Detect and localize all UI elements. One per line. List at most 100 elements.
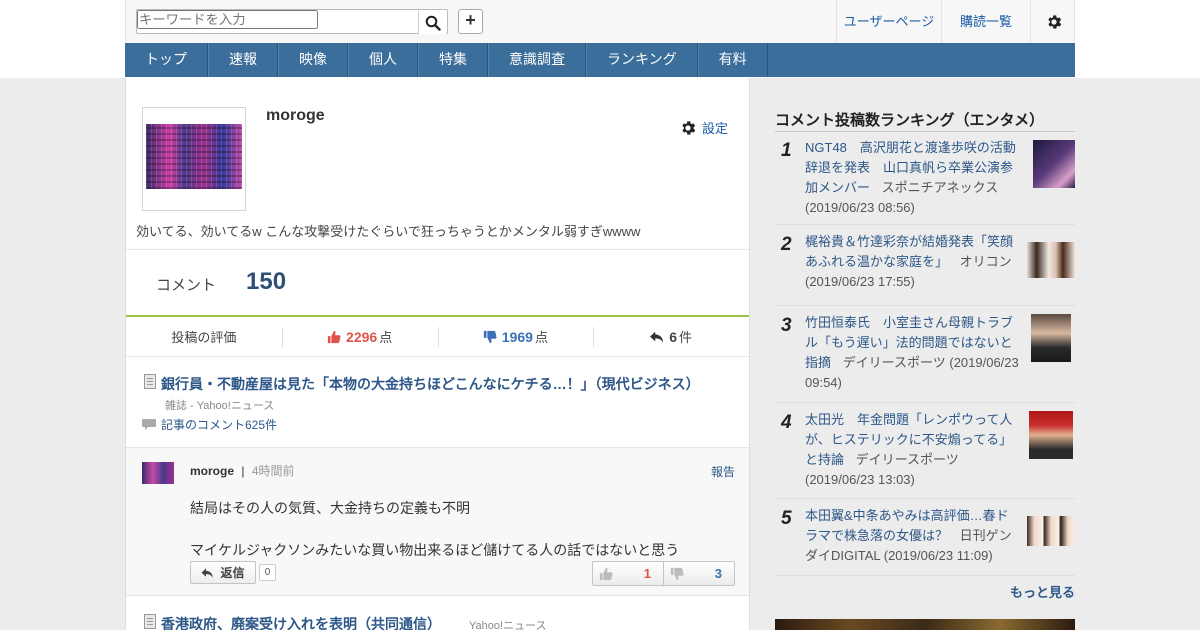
header: + ユーザーページ 購読一覧 [125, 0, 1075, 43]
rank-date: (2019/06/23 08:56) [805, 200, 915, 215]
ranking-item[interactable]: 4 太田光 年金問題「レンポウって人が、ヒステリックに不安煽ってる」と持論 デイ… [775, 404, 1075, 499]
dislike-button[interactable]: 3 [663, 562, 734, 585]
gear-icon [682, 120, 696, 135]
thumbs-up-icon [327, 330, 341, 343]
gear-icon [1047, 14, 1061, 29]
settings-link[interactable]: 設定 [679, 118, 728, 137]
document-icon [144, 614, 156, 629]
comment-text-line-2: マイケルジャクソンみたいな買い物出来るほど儲けてる人の話ではないと思う [190, 542, 680, 558]
rank-source: オリコン [959, 254, 1012, 269]
article-comments-label: 記事のコメント625件 [161, 418, 278, 432]
search-box [136, 9, 448, 34]
rank-thumbnail [1031, 314, 1071, 362]
dislikes-stat: 1969 点 [437, 317, 594, 356]
likes-stat: 2296 点 [281, 317, 438, 356]
ranking-item[interactable]: 2 梶裕貴＆竹達彩奈が結婚発表「笑顔あふれる温かな家庭を」 オリコン (2019… [775, 226, 1075, 306]
search-button[interactable] [418, 11, 446, 34]
thumbs-down-icon [670, 567, 684, 580]
like-button[interactable]: 1 [593, 562, 663, 585]
dislike-count: 3 [714, 566, 722, 581]
article-comments-link[interactable]: 記事のコメント625件 [142, 416, 277, 433]
reply-label: 返信 [220, 566, 245, 580]
replies-unit: 件 [679, 330, 693, 345]
thumbs-down-icon [483, 330, 497, 343]
likes-unit: 点 [379, 330, 393, 345]
rating-stats: 投稿の評価 2296 点 1969 点 6 件 [126, 317, 749, 357]
comment-text-line-1: 結局はその人の気質、大金持ちの定義も不明 [190, 500, 470, 516]
article-title-link[interactable]: 銀行員・不動産屋は見た「本物の大金持ちほどこんなにケチる…！」（現代ビジネス） [161, 374, 700, 394]
reply-icon [650, 331, 664, 343]
profile-username: moroge [266, 107, 325, 124]
nav-item-feature[interactable]: 特集 [418, 43, 488, 77]
reply-count-badge: 0 [259, 564, 276, 581]
rank-text: NGT48 高沢朋花と渡逢歩咲の活動辞退を発表 山口真帆ら卒業公演参加メンバー … [805, 138, 1020, 218]
subscriptions-link[interactable]: 購読一覧 [941, 0, 1030, 43]
rank-text: 梶裕貴＆竹達彩奈が結婚発表「笑顔あふれる温かな家庭を」 オリコン (2019/0… [805, 232, 1020, 292]
settings-gear-button[interactable] [1030, 0, 1076, 43]
rank-source: デイリースポーツ [842, 355, 946, 370]
comment-item: moroge | 4時間前 報告 結局はその人の気質、大金持ちの定義も不明 マイ… [126, 448, 749, 596]
divider [126, 249, 749, 250]
rank-thumbnail [1029, 411, 1073, 459]
search-input[interactable] [137, 10, 318, 29]
ranking-title: コメント投稿数ランキング（エンタメ） [775, 112, 1045, 129]
rank-number: 4 [781, 412, 792, 433]
reply-button[interactable]: 返信 [190, 561, 256, 584]
next-article-title-link[interactable]: 香港政府、廃案受け入れを表明（共同通信） [161, 614, 441, 630]
rating-label-cell: 投稿の評価 [126, 317, 282, 356]
comment-count-label: コメント [156, 277, 217, 294]
likes-value: 2296 [346, 328, 378, 345]
replies-value: 6 [669, 328, 678, 345]
dislikes-value: 1969 [501, 328, 533, 345]
rank-source: デイリースポーツ [855, 452, 959, 467]
rank-text: 太田光 年金問題「レンポウって人が、ヒステリックに不安煽ってる」と持論 デイリー… [805, 410, 1020, 490]
next-article-source: Yahoo!ニュース [469, 620, 547, 630]
rank-text: 竹田恒泰氏 小室圭さん母親トラブル「もう遅い」法的問題ではないと指摘 デイリース… [805, 313, 1020, 393]
rank-number: 2 [781, 234, 792, 255]
nav-item-breaking[interactable]: 速報 [208, 43, 278, 77]
main-nav: トップ 速報 映像 個人 特集 意識調査 ランキング 有料 [125, 43, 1075, 77]
reply-icon [201, 568, 214, 578]
nav-item-individual[interactable]: 個人 [348, 43, 418, 77]
rank-number: 5 [781, 508, 792, 529]
comment-username[interactable]: moroge [190, 464, 234, 478]
rank-thumbnail [1033, 140, 1075, 188]
ranking-item[interactable]: 3 竹田恒泰氏 小室圭さん母親トラブル「もう遅い」法的問題ではないと指摘 デイリ… [775, 307, 1075, 403]
report-link[interactable]: 報告 [711, 463, 735, 480]
nav-item-top[interactable]: トップ [125, 43, 208, 77]
avatar-image [146, 124, 242, 189]
dislikes-unit: 点 [534, 330, 548, 345]
comment-header: moroge | 4時間前 [190, 462, 295, 479]
rank-date: (2019/06/23 11:09) [883, 548, 993, 563]
rank-thumbnail [1027, 242, 1075, 278]
article-meta: 雑誌 - Yahoo!ニュース [165, 400, 275, 412]
article-header: 銀行員・不動産屋は見た「本物の大金持ちほどこんなにケチる…！」（現代ビジネス） … [126, 357, 749, 448]
search-icon [425, 15, 441, 31]
profile-avatar [142, 107, 246, 211]
speech-bubble-icon [142, 418, 156, 430]
comment-count-value: 150 [246, 268, 287, 295]
nav-item-paid[interactable]: 有料 [697, 43, 768, 77]
comment-time: 4時間前 [251, 464, 295, 478]
comment-separator: | [241, 464, 245, 478]
profile-bio: 効いてる、効いてるw こんな攻撃受けたぐらいで狂っちゃうとかメンタル弱すぎwww… [136, 224, 641, 239]
nav-item-survey[interactable]: 意識調査 [488, 43, 586, 77]
ranking-item[interactable]: 5 本田翼&中条あやみは高評価…春ドラマで株急落の女優は？ 日刊ゲンダイDIGI… [775, 500, 1075, 576]
nav-item-video[interactable]: 映像 [278, 43, 348, 77]
vote-buttons: 1 3 [592, 561, 735, 586]
banner-image [775, 619, 1075, 630]
nav-item-ranking[interactable]: ランキング [586, 43, 698, 77]
ranking-item[interactable]: 1 NGT48 高沢朋花と渡逢歩咲の活動辞退を発表 山口真帆ら卒業公演参加メンバ… [775, 132, 1075, 225]
rank-date: (2019/06/23 13:03) [805, 472, 915, 487]
thumbs-up-icon [599, 567, 613, 580]
more-link[interactable]: もっと見る [1010, 582, 1075, 601]
rank-source: スポニチアネックス [881, 180, 999, 195]
next-article-header: 香港政府、廃案受け入れを表明（共同通信） Yahoo!ニュース [126, 597, 749, 630]
rank-number: 3 [781, 315, 792, 336]
rating-label: 投稿の評価 [171, 330, 237, 345]
settings-label: 設定 [702, 121, 729, 136]
profile-main: moroge 設定 効いてる、効いてるw こんな攻撃受けたぐらいで狂っちゃうとか… [125, 78, 750, 630]
add-button[interactable]: + [458, 9, 483, 34]
user-page-link[interactable]: ユーザーページ [836, 0, 941, 43]
document-icon [144, 374, 156, 389]
